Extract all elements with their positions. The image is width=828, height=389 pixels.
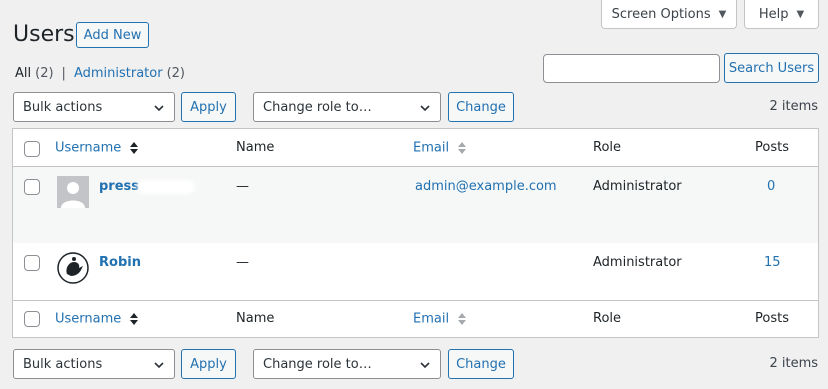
username-text: Robin — [99, 255, 141, 270]
help-button[interactable]: Help ▼ — [744, 0, 819, 29]
sort-icon — [130, 142, 139, 154]
sort-icon — [458, 313, 467, 325]
change-role-value: Change role to… — [263, 356, 372, 372]
screen-options-label: Screen Options — [611, 6, 711, 22]
select-all-checkbox[interactable] — [24, 141, 40, 157]
view-all-count: (2) — [35, 66, 54, 81]
chevron-down-icon — [154, 362, 164, 369]
column-email-label: Email — [413, 140, 450, 156]
column-username-label: Username — [55, 140, 122, 156]
column-username-label: Username — [55, 311, 122, 327]
column-posts-header: Posts — [755, 140, 789, 155]
chevron-down-icon — [420, 105, 430, 112]
column-username-footer[interactable]: Username — [55, 311, 139, 327]
column-email-header[interactable]: Email — [413, 140, 467, 156]
bulk-actions-value: Bulk actions — [23, 356, 103, 372]
view-all-link[interactable]: All — [15, 66, 31, 81]
view-administrator-link[interactable]: Administrator — [74, 66, 163, 81]
view-administrator-count: (2) — [166, 66, 185, 81]
table-row: Robin — Administrator 15 — [13, 243, 818, 300]
column-role-footer: Role — [593, 311, 622, 326]
bulk-actions-select[interactable]: Bulk actions — [13, 92, 175, 122]
change-role-select-bottom[interactable]: Change role to… — [253, 349, 441, 379]
search-input[interactable] — [543, 54, 720, 83]
custom-avatar-icon — [57, 252, 89, 284]
redacted-username-mask — [137, 180, 195, 194]
row-checkbox[interactable] — [24, 179, 40, 195]
table-footer: Username Name Email Role Posts — [13, 300, 818, 337]
name-cell: — — [236, 179, 249, 194]
change-role-value: Change role to… — [263, 99, 372, 115]
row-checkbox[interactable] — [24, 255, 40, 271]
bulk-actions-select-bottom[interactable]: Bulk actions — [13, 349, 175, 379]
posts-link[interactable]: 15 — [764, 255, 781, 270]
name-cell: — — [236, 255, 249, 270]
username-text: press — [99, 179, 140, 194]
items-count-bottom: 2 items — [769, 356, 818, 371]
role-cell: Administrator — [593, 255, 682, 270]
table-row: press — admin@example.com Administrator … — [13, 167, 818, 243]
default-avatar-icon — [57, 176, 89, 208]
apply-button[interactable]: Apply — [181, 92, 236, 122]
bulk-actions-value: Bulk actions — [23, 99, 103, 115]
change-role-button-bottom[interactable]: Change — [448, 349, 514, 379]
help-label: Help — [758, 6, 789, 22]
page-title: Users — [13, 22, 75, 47]
apply-button-bottom[interactable]: Apply — [181, 349, 236, 379]
chevron-down-icon — [420, 362, 430, 369]
screen-options-button[interactable]: Screen Options ▼ — [601, 0, 737, 29]
select-all-checkbox[interactable] — [24, 311, 40, 327]
column-role-header: Role — [593, 140, 622, 155]
email-link[interactable]: admin@example.com — [415, 179, 557, 194]
column-name-header: Name — [236, 140, 275, 155]
user-role-filters: All (2) | Administrator (2) — [15, 66, 185, 81]
column-username-header[interactable]: Username — [55, 140, 139, 156]
change-role-button[interactable]: Change — [448, 92, 514, 122]
username-link[interactable]: Robin — [99, 255, 141, 270]
view-separator: | — [61, 66, 66, 81]
username-link[interactable]: press — [99, 179, 139, 194]
column-email-label: Email — [413, 311, 450, 327]
sort-icon — [458, 142, 467, 154]
search-users-button[interactable]: Search Users — [724, 53, 819, 83]
table-header: Username Name Email Role Posts — [13, 129, 818, 167]
posts-link[interactable]: 0 — [767, 179, 775, 194]
column-name-footer: Name — [236, 311, 275, 326]
role-cell: Administrator — [593, 179, 682, 194]
caret-down-icon: ▼ — [718, 8, 727, 20]
caret-down-icon: ▼ — [796, 8, 805, 20]
items-count: 2 items — [769, 99, 818, 114]
add-new-button[interactable]: Add New — [76, 22, 149, 48]
column-email-footer[interactable]: Email — [413, 311, 467, 327]
chevron-down-icon — [154, 105, 164, 112]
sort-icon — [130, 313, 139, 325]
column-posts-footer: Posts — [755, 311, 789, 326]
users-table: Username Name Email Role Posts press — a… — [12, 128, 819, 338]
change-role-select[interactable]: Change role to… — [253, 92, 441, 122]
